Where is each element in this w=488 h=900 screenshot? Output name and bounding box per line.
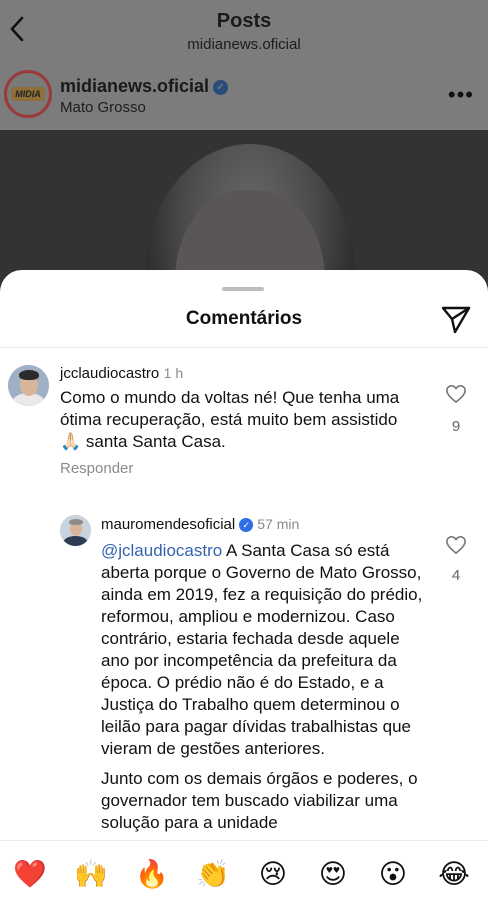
- raising-hands-emoji-icon[interactable]: 🙌: [74, 857, 108, 891]
- top-bar: Posts midianews.oficial: [0, 0, 488, 62]
- mention-link[interactable]: @jclaudiocastro: [101, 541, 222, 560]
- commenter-avatar[interactable]: [60, 515, 91, 546]
- sheet-divider: [0, 347, 488, 348]
- comment-header: jcclaudiocastro 1 h: [60, 365, 183, 383]
- heart-icon[interactable]: [445, 384, 467, 404]
- account-name-row[interactable]: midianews.oficial ✓: [60, 76, 229, 97]
- commenter-avatar[interactable]: [8, 365, 49, 406]
- verified-badge-icon: ✓: [213, 80, 229, 95]
- surprised-face-emoji-icon[interactable]: 😮: [376, 857, 410, 891]
- comment-username[interactable]: mauromendesoficial: [101, 516, 235, 533]
- account-name[interactable]: midianews.oficial: [60, 76, 209, 96]
- red-heart-emoji-icon[interactable]: ❤️: [13, 857, 47, 891]
- post-location[interactable]: Mato Grosso: [60, 99, 146, 116]
- verified-badge-icon: ✓: [239, 518, 254, 532]
- account-avatar[interactable]: MIDIA: [4, 70, 52, 118]
- like-count: 4: [451, 567, 461, 584]
- comment-paragraph: @jclaudiocastro A Santa Casa só está abe…: [101, 540, 431, 760]
- comment-paragraph-text: A Santa Casa só está aberta porque o Gov…: [101, 541, 423, 758]
- sheet-drag-handle[interactable]: [222, 287, 264, 291]
- fire-emoji-icon[interactable]: 🔥: [135, 857, 169, 891]
- more-options-icon[interactable]: •••: [448, 82, 474, 108]
- share-send-icon[interactable]: [440, 304, 472, 334]
- comment-time: 1 h: [163, 365, 184, 381]
- comment-text: @jclaudiocastro A Santa Casa só está abe…: [101, 540, 431, 842]
- comment-text: Como o mundo da voltas né! Que tenha uma…: [60, 388, 400, 451]
- crying-face-emoji-icon[interactable]: 😢: [256, 857, 290, 891]
- tears-of-joy-emoji-icon[interactable]: 😂: [437, 857, 471, 891]
- emoji-reaction-bar: ❤️ 🙌 🔥 👏 😢 😍 😮 😂: [0, 840, 488, 900]
- page-title: Posts: [216, 10, 272, 32]
- like-count: 9: [451, 418, 461, 435]
- heart-eyes-emoji-icon[interactable]: 😍: [316, 857, 350, 891]
- comment-username[interactable]: jcclaudiocastro: [60, 365, 159, 382]
- clapping-hands-emoji-icon[interactable]: 👏: [196, 857, 230, 891]
- comment-header: mauromendesoficial ✓ 57 min: [101, 516, 299, 534]
- sheet-title: Comentários: [185, 308, 303, 329]
- comment-time: 57 min: [257, 516, 300, 532]
- page-subtitle: midianews.oficial: [187, 36, 301, 53]
- comment-paragraph: Junto com os demais órgãos e poderes, o …: [101, 769, 418, 832]
- comments-sheet: Comentários jcclaudiocastro 1 h Como o m…: [0, 270, 488, 900]
- account-logo: MIDIA: [11, 87, 45, 101]
- heart-icon[interactable]: [445, 535, 467, 555]
- reply-button[interactable]: Responder: [60, 460, 133, 477]
